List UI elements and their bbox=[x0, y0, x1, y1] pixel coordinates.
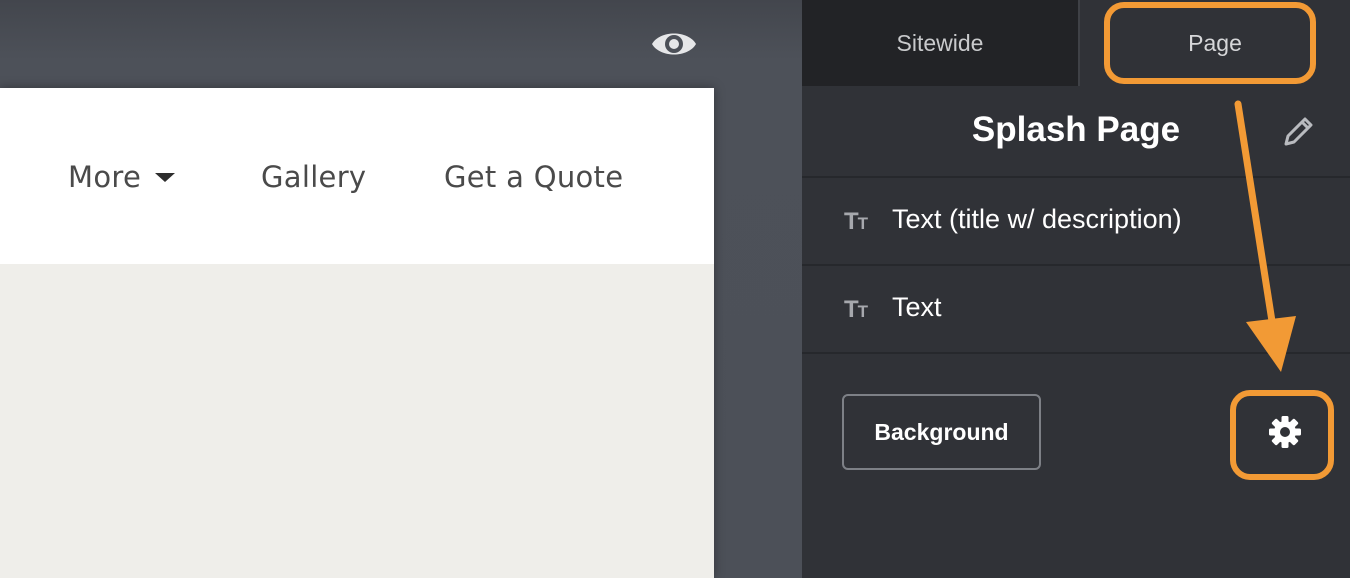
text-size-icon: TT bbox=[844, 208, 868, 235]
eye-icon[interactable] bbox=[650, 26, 698, 62]
nav-gallery-link[interactable]: Gallery bbox=[261, 160, 366, 194]
tab-page[interactable]: Page bbox=[1078, 0, 1350, 86]
page-settings-button[interactable] bbox=[1250, 402, 1320, 462]
caret-down-icon bbox=[155, 172, 176, 182]
site-preview-frame: More Gallery Get a Quote bbox=[0, 88, 714, 578]
text-size-icon: TT bbox=[844, 296, 868, 323]
page-header: Splash Page bbox=[802, 86, 1350, 178]
site-header: More Gallery Get a Quote bbox=[0, 88, 714, 264]
nav-more-label: More bbox=[68, 160, 142, 194]
tab-page-label: Page bbox=[1188, 29, 1242, 56]
background-button[interactable]: Background bbox=[842, 394, 1041, 470]
tab-sitewide[interactable]: Sitewide bbox=[802, 0, 1078, 86]
section-item-text[interactable]: TT Text bbox=[802, 266, 1350, 354]
nav-more-dropdown[interactable]: More bbox=[68, 160, 176, 194]
gear-icon bbox=[1269, 416, 1301, 448]
section-item-label: Text bbox=[892, 292, 942, 322]
nav-get-a-quote-link[interactable]: Get a Quote bbox=[444, 160, 623, 194]
pencil-icon[interactable] bbox=[1278, 112, 1318, 152]
tab-sitewide-label: Sitewide bbox=[896, 29, 984, 56]
section-item-text-title-description[interactable]: TT Text (title w/ description) bbox=[802, 178, 1350, 266]
editor-sidebar: Sitewide Page Splash Page TT Text (title… bbox=[802, 0, 1350, 578]
preview-area: More Gallery Get a Quote bbox=[0, 0, 802, 578]
section-item-label: Text (title w/ description) bbox=[892, 204, 1182, 234]
page-title: Splash Page bbox=[971, 110, 1181, 149]
